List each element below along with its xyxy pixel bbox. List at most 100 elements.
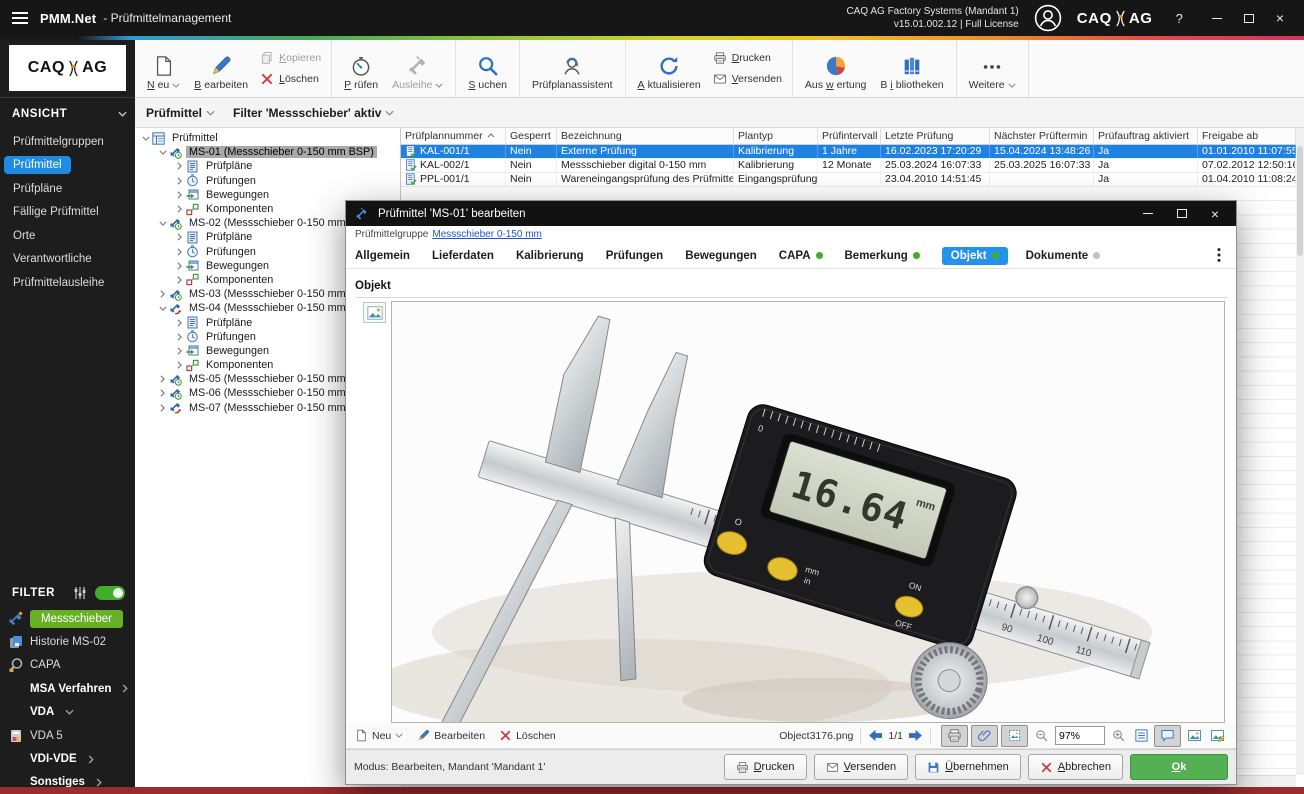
filter-item-vdi-vde[interactable]: VDI-VDE xyxy=(0,747,135,770)
filter-toggle[interactable] xyxy=(95,586,125,600)
object-delete-button[interactable]: Löschen xyxy=(499,729,556,742)
object-new-button[interactable]: Neu xyxy=(355,729,403,742)
table-row[interactable]: PPL-001/1NeinWareneingangsprüfung des Pr… xyxy=(401,173,1296,187)
toolbar-button-loschen[interactable]: Löschen xyxy=(260,72,321,86)
column-header-nachster-pruftermin[interactable]: Nächster Prüftermin xyxy=(990,128,1094,144)
filter-item-msa-verfahren[interactable]: MSA Verfahren xyxy=(0,677,135,700)
toolbar-button-auswertung[interactable]: Auswertung xyxy=(798,43,873,94)
tab-objekt[interactable]: Objekt xyxy=(942,247,1008,265)
dialog-maximize-button[interactable] xyxy=(1177,209,1187,218)
print-object-button[interactable] xyxy=(941,725,968,747)
filterbar-item-filter-messschieber-aktiv[interactable]: Filter 'Messschieber' aktiv xyxy=(233,106,394,120)
column-header-prufauftrag-aktiviert[interactable]: Prüfauftrag aktiviert xyxy=(1094,128,1198,144)
collapse-toggle[interactable] xyxy=(139,136,152,141)
tree-item-ms-01-messschieber-0-150-mm-bsp[interactable]: MS-01 (Messschieber 0-150 mm BSP) xyxy=(135,145,400,159)
toolbar-button-neu[interactable]: Neu xyxy=(140,43,187,94)
expand-toggle[interactable] xyxy=(156,375,169,383)
expand-toggle[interactable] xyxy=(173,191,186,199)
expand-toggle[interactable] xyxy=(173,347,186,355)
tree-item-prufplane[interactable]: Prüfpläne xyxy=(135,159,400,173)
vertical-scrollbar[interactable] xyxy=(1296,128,1304,775)
column-header-prufplannummer[interactable]: Prüfplannummer xyxy=(401,128,506,144)
sidebar-section-ansicht[interactable]: ANSICHT xyxy=(12,108,127,120)
group-link[interactable]: Messschieber 0-150 mm xyxy=(432,229,541,240)
toolbar-button-aktualisieren[interactable]: Aktualisieren xyxy=(631,43,708,94)
tree-item-prufmittel[interactable]: Prüfmittel xyxy=(135,131,400,145)
ubernehmen-button[interactable]: Übernehmen xyxy=(915,754,1021,780)
tab-prufungen[interactable]: Prüfungen xyxy=(606,250,664,262)
filterbar-item-prufmittel[interactable]: Prüfmittel xyxy=(146,106,215,120)
abbrechen-button[interactable]: Abbrechen xyxy=(1028,754,1123,780)
expand-toggle[interactable] xyxy=(156,290,169,298)
column-header-freigabe-ab[interactable]: Freigabe ab xyxy=(1198,128,1296,144)
tab-bewegungen[interactable]: Bewegungen xyxy=(685,250,757,262)
collapse-toggle[interactable] xyxy=(156,150,169,155)
filter-item-capa[interactable]: CAPA xyxy=(0,654,135,677)
expand-toggle[interactable] xyxy=(173,262,186,270)
expand-toggle[interactable] xyxy=(173,233,186,241)
expand-toggle[interactable] xyxy=(156,389,169,397)
dialog-close-button[interactable]: × xyxy=(1211,207,1219,221)
column-header-plantyp[interactable]: Plantyp xyxy=(734,128,818,144)
expand-toggle[interactable] xyxy=(173,177,186,185)
column-header-gesperrt[interactable]: Gesperrt xyxy=(506,128,557,144)
toolbar-button-bearbeiten[interactable]: Bearbeiten xyxy=(187,43,255,94)
tab-bemerkung[interactable]: Bemerkung xyxy=(845,250,920,262)
zoom-in-button[interactable] xyxy=(1108,726,1128,746)
image-thumbnail-button[interactable] xyxy=(363,302,386,323)
close-button[interactable]: × xyxy=(1276,11,1284,25)
attach-button[interactable] xyxy=(971,725,998,747)
collapse-toggle[interactable] xyxy=(156,306,169,311)
sidebar-item-prufmittelausleihe[interactable]: Prüfmittelausleihe xyxy=(0,271,135,295)
sidebar-item-prufmittel[interactable]: Prüfmittel xyxy=(0,154,135,178)
toolbar-button-bibliotheken[interactable]: Bibliotheken xyxy=(873,43,950,94)
sidebar-item-verantwortliche[interactable]: Verantwortliche xyxy=(0,248,135,272)
expand-toggle[interactable] xyxy=(173,248,186,256)
expand-toggle[interactable] xyxy=(173,319,186,327)
scrollbar-thumb[interactable] xyxy=(1297,146,1303,256)
dialog-minimize-button[interactable] xyxy=(1143,213,1153,214)
previous-object-button[interactable] xyxy=(868,729,883,742)
toolbar-button-prufen[interactable]: Prüfen xyxy=(337,43,385,94)
tab-kalibrierung[interactable]: Kalibrierung xyxy=(516,250,584,262)
overflow-menu-icon[interactable] xyxy=(1212,247,1226,263)
tab-allgemein[interactable]: Allgemein xyxy=(355,250,410,262)
column-header-prufintervall[interactable]: Prüfintervall xyxy=(818,128,881,144)
tab-lieferdaten[interactable]: Lieferdaten xyxy=(432,250,494,262)
collapse-toggle[interactable] xyxy=(156,221,169,226)
ok-button[interactable]: Ok xyxy=(1130,754,1228,780)
sidebar-section-filter[interactable]: FILTER xyxy=(12,586,125,600)
tab-dokumente[interactable]: Dokumente xyxy=(1026,250,1101,262)
drucken-button[interactable]: Drucken xyxy=(724,754,807,780)
filter-item-vda[interactable]: VDA xyxy=(0,701,135,724)
next-object-button[interactable] xyxy=(908,729,923,742)
toolbar-button-drucken[interactable]: Drucken xyxy=(713,51,782,65)
zoom-level-input[interactable] xyxy=(1055,726,1105,745)
minimize-button[interactable] xyxy=(1212,18,1222,19)
tree-item-prufungen[interactable]: Prüfungen xyxy=(135,174,400,188)
sidebar-item-fallige-prufmittel[interactable]: Fällige Prüfmittel xyxy=(0,201,135,225)
filter-item-messschieber[interactable]: Messschieber xyxy=(0,607,135,630)
toolbar-button-versenden[interactable]: Versenden xyxy=(713,72,782,86)
image-edit-button[interactable] xyxy=(1207,726,1227,746)
comment-button[interactable] xyxy=(1154,725,1181,747)
list-view-button[interactable] xyxy=(1131,726,1151,746)
object-edit-button[interactable]: Bearbeiten xyxy=(417,729,485,742)
expand-toggle[interactable] xyxy=(156,404,169,412)
expand-toggle[interactable] xyxy=(173,276,186,284)
sidebar-item-prufmittelgruppen[interactable]: Prüfmittelgruppen xyxy=(0,130,135,154)
zoom-out-button[interactable] xyxy=(1031,726,1051,746)
tab-capa[interactable]: CAPA xyxy=(779,250,823,262)
expand-toggle[interactable] xyxy=(173,205,186,213)
user-icon[interactable] xyxy=(1034,4,1062,32)
toolbar-button-suchen[interactable]: Suchen xyxy=(461,43,514,94)
expand-toggle[interactable] xyxy=(173,361,186,369)
filter-item-historie-ms-02[interactable]: Historie MS-02 xyxy=(0,630,135,653)
versenden-button[interactable]: Versenden xyxy=(814,754,909,780)
table-row[interactable]: KAL-002/1NeinMessschieber digital 0-150 … xyxy=(401,159,1296,173)
expand-toggle[interactable] xyxy=(173,162,186,170)
sidebar-item-orte[interactable]: Orte xyxy=(0,224,135,248)
hamburger-menu-button[interactable] xyxy=(0,11,40,25)
table-row[interactable]: KAL-001/1NeinExterne PrüfungKalibrierung… xyxy=(401,145,1296,159)
maximize-button[interactable] xyxy=(1244,14,1254,23)
